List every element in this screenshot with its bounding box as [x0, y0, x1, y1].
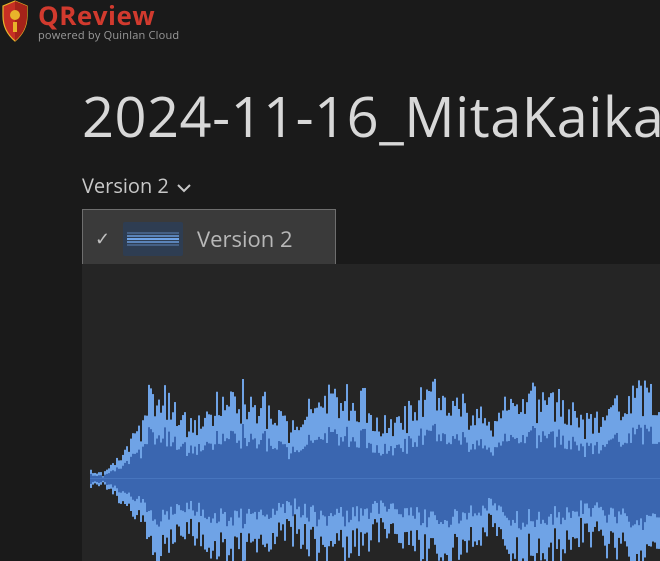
app-subtitle: powered by Quinlan Cloud: [38, 30, 179, 41]
app-title: QReview: [38, 2, 179, 28]
app-header: QReview powered by Quinlan Cloud: [0, 0, 179, 42]
check-icon: ✓: [95, 227, 109, 251]
app-logo-text: QReview powered by Quinlan Cloud: [38, 2, 179, 41]
waveform-display: [90, 264, 660, 561]
waveform-thumbnail-icon: [123, 222, 183, 256]
version-option-2[interactable]: ✓ Version 2: [83, 210, 335, 268]
waveform-panel[interactable]: [82, 264, 660, 561]
version-current-label: Version 2: [82, 172, 169, 199]
version-option-label: Version 2: [197, 224, 293, 254]
app-logo-mark: [0, 0, 30, 42]
caret-down-icon: [177, 172, 191, 199]
version-dropdown-trigger[interactable]: Version 2: [82, 172, 191, 199]
page-title: 2024-11-16_MitaKaikata: [82, 86, 660, 148]
